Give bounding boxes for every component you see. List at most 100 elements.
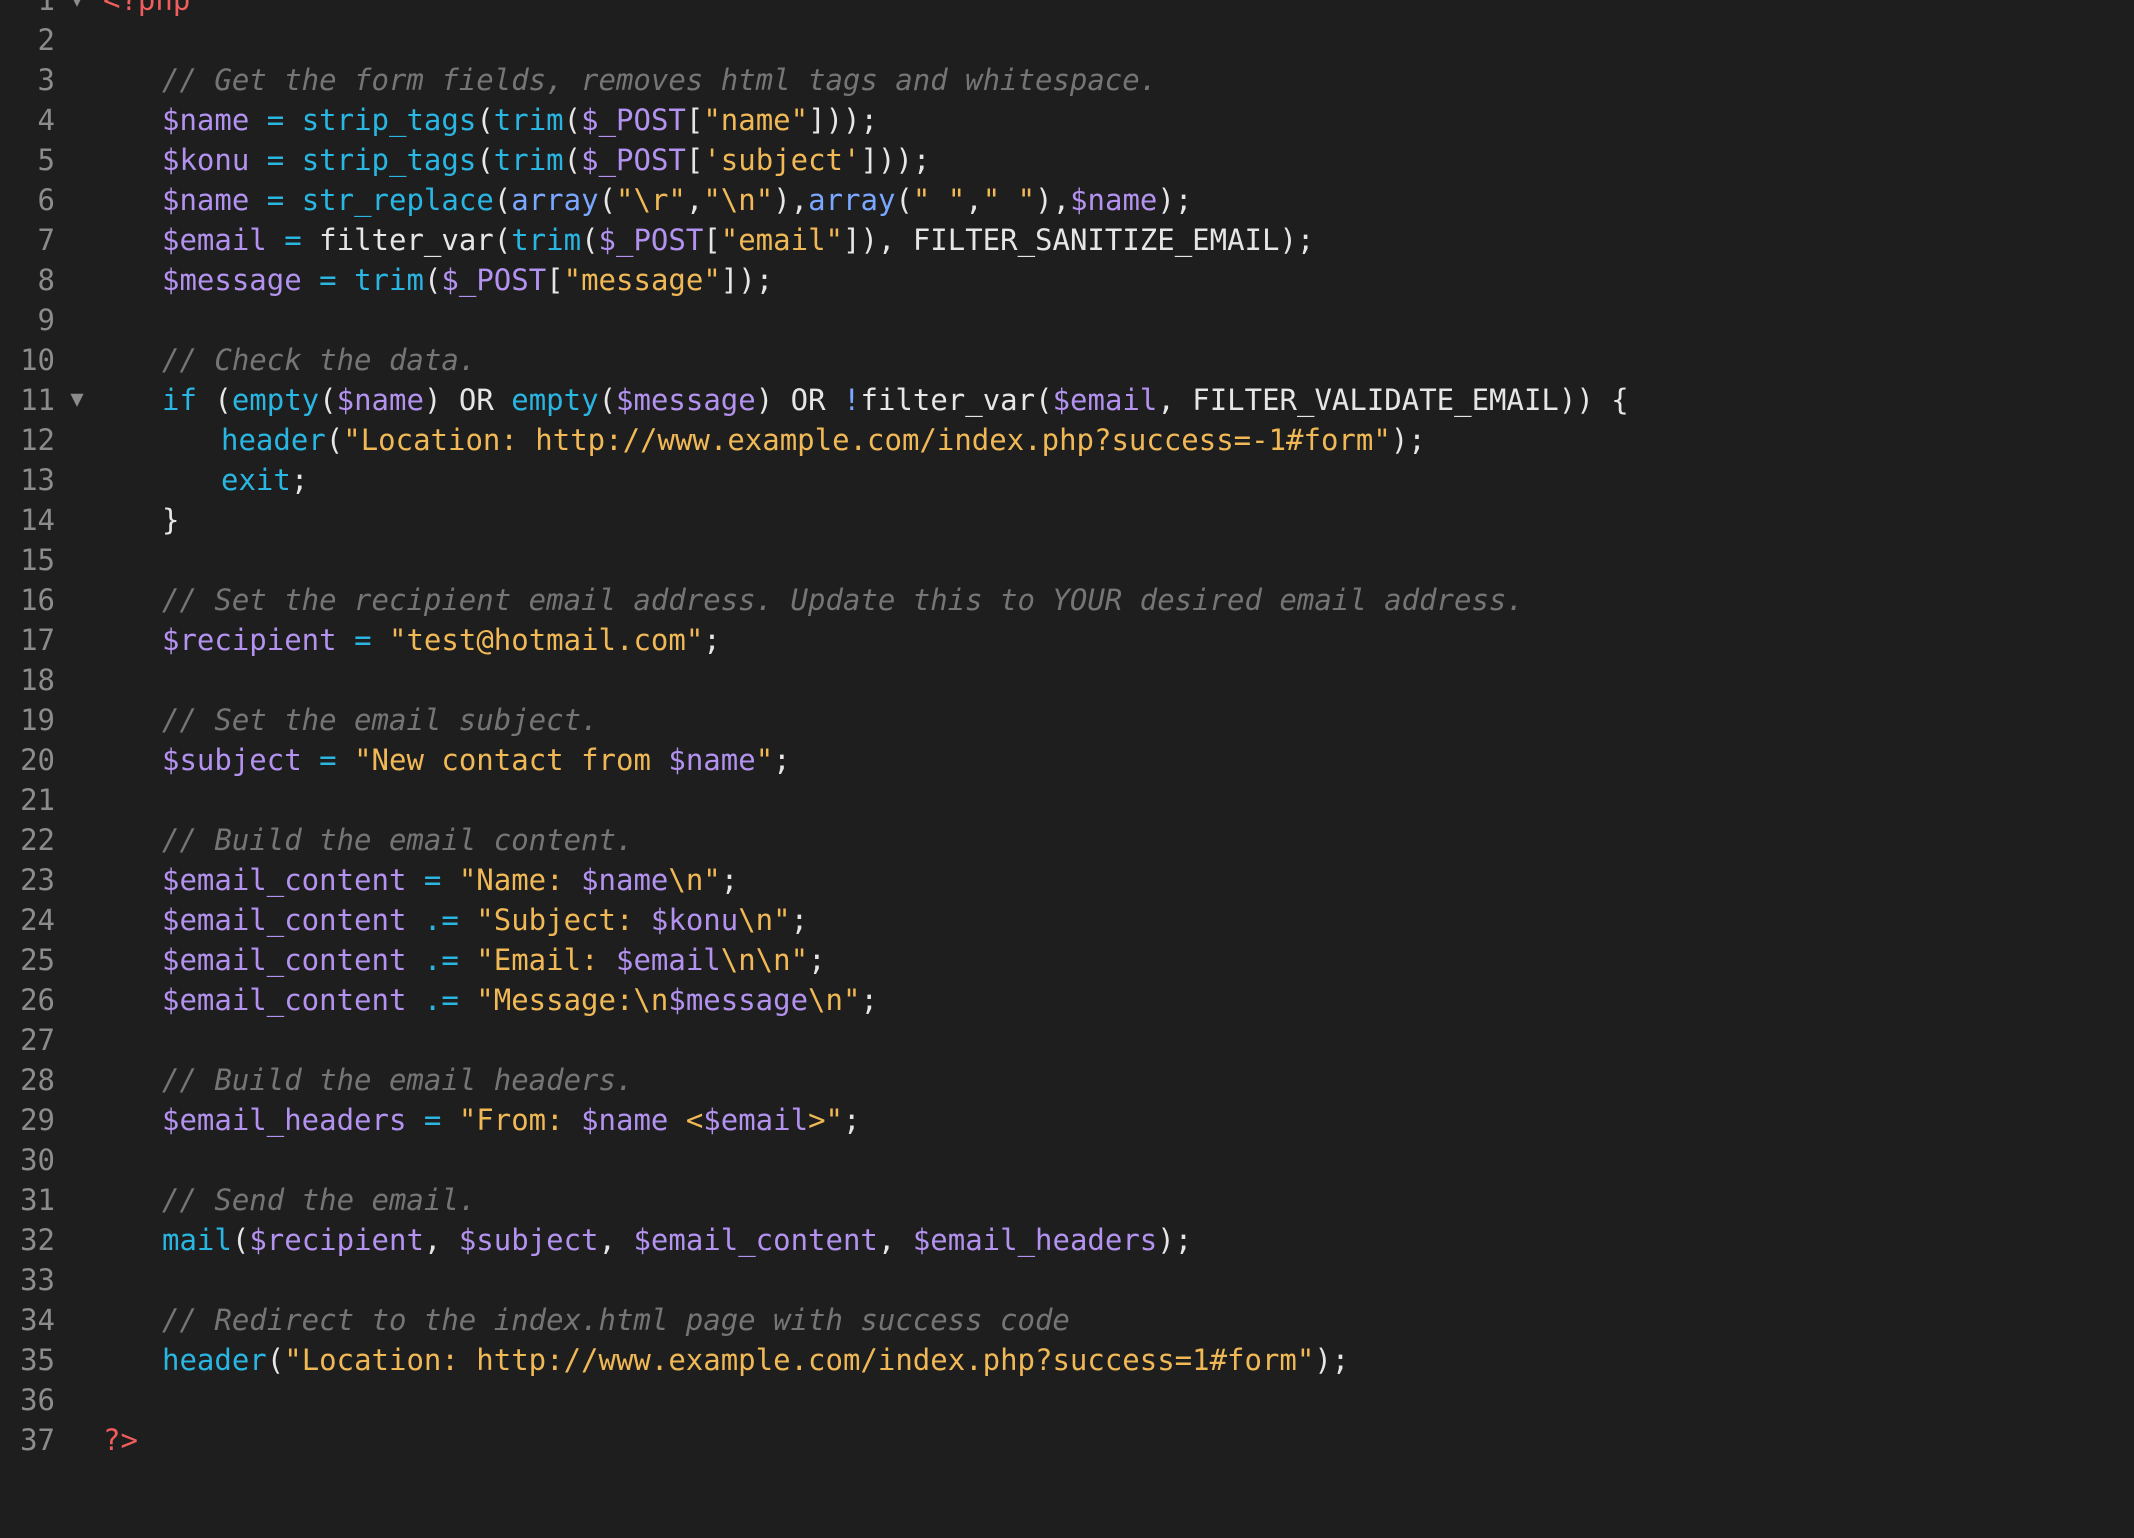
code-line[interactable]: 16 // Set the recipient email address. Up…: [0, 580, 2134, 620]
code-text[interactable]: $name = str_replace(array("\r","\n"),arr…: [103, 180, 2134, 220]
code-line[interactable]: 3 // Get the form fields, removes html ta…: [0, 60, 2134, 100]
code-text[interactable]: // Build the email content.: [103, 820, 2134, 860]
code-line[interactable]: 25 $email_content .= "Email: $email\n\n";: [0, 940, 2134, 980]
code-text[interactable]: $message = trim($_POST["message"]);: [103, 260, 2134, 300]
code-text[interactable]: $recipient = "test@hotmail.com";: [103, 620, 2134, 660]
code-token: strip_tags: [301, 103, 477, 137]
code-token: ?>: [103, 1423, 138, 1457]
line-number: 30: [20, 1143, 55, 1177]
code-line[interactable]: 34 // Redirect to the index.html page wit…: [0, 1300, 2134, 1340]
code-line[interactable]: 5 $konu = strip_tags(trim($_POST['subject…: [0, 140, 2134, 180]
code-token: ,: [598, 1223, 634, 1257]
code-line[interactable]: 11 ▼ if (empty($name) OR empty($message) O…: [0, 380, 2134, 420]
code-text[interactable]: $email = filter_var(trim($_POST["email"]…: [103, 220, 2134, 260]
code-line[interactable]: 17 $recipient = "test@hotmail.com";: [0, 620, 2134, 660]
code-text[interactable]: // Build the email headers.: [103, 1060, 2134, 1100]
code-token: );: [1157, 183, 1193, 217]
code-text[interactable]: // Set the recipient email address. Upda…: [103, 580, 2134, 620]
code-line[interactable]: 24 $email_content .= "Subject: $konu\n";: [0, 900, 2134, 940]
code-text[interactable]: <?php: [103, 0, 2134, 20]
code-line[interactable]: 30: [0, 1140, 2134, 1180]
code-text[interactable]: mail($recipient, $subject, $email_conten…: [103, 1220, 2134, 1260]
code-line[interactable]: 31 // Send the email.: [0, 1180, 2134, 1220]
code-token: =: [319, 743, 337, 777]
code-line[interactable]: 26 $email_content .= "Message:\n$message\…: [0, 980, 2134, 1020]
code-text[interactable]: $email_content .= "Email: $email\n\n";: [103, 940, 2134, 980]
code-text[interactable]: header("Location: http://www.example.com…: [103, 1340, 2134, 1380]
code-text[interactable]: // Check the data.: [103, 340, 2134, 380]
code-line[interactable]: 12 header("Location: http://www.example.c…: [0, 420, 2134, 460]
code-text[interactable]: exit;: [103, 460, 2134, 500]
code-text[interactable]: $email_headers = "From: $name <$email>";: [103, 1100, 2134, 1140]
code-line[interactable]: 27: [0, 1020, 2134, 1060]
code-line[interactable]: 28 // Build the email headers.: [0, 1060, 2134, 1100]
line-number: 33: [20, 1263, 55, 1297]
code-text[interactable]: header("Location: http://www.example.com…: [103, 420, 2134, 460]
code-token: $subject: [162, 743, 302, 777]
code-line[interactable]: 6 $name = str_replace(array("\r","\n"),ar…: [0, 180, 2134, 220]
code-token: ;: [290, 463, 309, 497]
code-line[interactable]: 9: [0, 300, 2134, 340]
code-token: "test@hotmail.com": [389, 623, 704, 657]
code-token: mail: [162, 1223, 232, 1257]
code-line[interactable]: 37 ?>: [0, 1420, 2134, 1460]
code-line[interactable]: 23 $email_content = "Name: $name\n";: [0, 860, 2134, 900]
code-token: (: [319, 383, 337, 417]
fold-toggle-icon[interactable]: ▼: [66, 380, 88, 420]
code-line[interactable]: 19 // Set the email subject.: [0, 700, 2134, 740]
code-text[interactable]: $name = strip_tags(trim($_POST["name"]))…: [103, 100, 2134, 140]
code-editor[interactable]: 1 ▼ <?php 23// Get the form fields, removes…: [0, 0, 2134, 1538]
code-token: }: [162, 503, 180, 537]
code-text[interactable]: // Get the form fields, removes html tag…: [103, 60, 2134, 100]
code-text[interactable]: $konu = strip_tags(trim($_POST['subject'…: [103, 140, 2134, 180]
line-number: 29: [20, 1103, 55, 1137]
code-text[interactable]: ?>: [103, 1420, 2134, 1460]
code-token: $message: [616, 383, 756, 417]
code-text[interactable]: }: [103, 500, 2134, 540]
code-text[interactable]: // Set the email subject.: [103, 700, 2134, 740]
line-number: 1: [37, 0, 55, 17]
code-token: // Send the email.: [162, 1183, 477, 1217]
code-line[interactable]: 15: [0, 540, 2134, 580]
code-token: \n": [668, 863, 721, 897]
code-line[interactable]: 20 $subject = "New contact from $name";: [0, 740, 2134, 780]
code-token: // Redirect to the index.html page with …: [162, 1303, 1070, 1337]
code-line[interactable]: 13 exit;: [0, 460, 2134, 500]
code-token: "name": [703, 103, 809, 137]
code-line[interactable]: 29 $email_headers = "From: $name <$email>…: [0, 1100, 2134, 1140]
code-token: strip_tags: [301, 143, 477, 177]
code-line[interactable]: 21: [0, 780, 2134, 820]
code-token: "New contact from: [354, 743, 669, 777]
code-token: ),: [1035, 183, 1071, 217]
code-line[interactable]: 36: [0, 1380, 2134, 1420]
code-line[interactable]: 14}: [0, 500, 2134, 540]
code-line[interactable]: 7 $email = filter_var(trim($_POST["email"…: [0, 220, 2134, 260]
code-text[interactable]: $subject = "New contact from $name";: [103, 740, 2134, 780]
code-line[interactable]: 1 ▼ <?php: [0, 0, 2134, 20]
fold-toggle-icon[interactable]: ▼: [66, 0, 88, 20]
code-text[interactable]: $email_content .= "Subject: $konu\n";: [103, 900, 2134, 940]
code-token: <?php: [103, 0, 191, 17]
code-text[interactable]: $email_content = "Name: $name\n";: [103, 860, 2134, 900]
code-line[interactable]: 35 header("Location: http://www.example.c…: [0, 1340, 2134, 1380]
code-line[interactable]: 2: [0, 20, 2134, 60]
code-token: ": [755, 743, 774, 777]
code-text[interactable]: if (empty($name) OR empty($message) OR !…: [103, 380, 2134, 420]
code-text[interactable]: $email_content .= "Message:\n$message\n"…: [103, 980, 2134, 1020]
code-line[interactable]: 32 mail($recipient, $subject, $email_cont…: [0, 1220, 2134, 1260]
code-line[interactable]: 33: [0, 1260, 2134, 1300]
code-line[interactable]: 10 // Check the data.: [0, 340, 2134, 380]
code-token: // Build the email content.: [162, 823, 634, 857]
code-line[interactable]: 8 $message = trim($_POST["message"]);: [0, 260, 2134, 300]
code-token: .=: [423, 903, 459, 937]
code-line[interactable]: 18: [0, 660, 2134, 700]
code-token: \n\n": [720, 943, 809, 977]
code-line[interactable]: 22 // Build the email content.: [0, 820, 2134, 860]
line-number: 31: [20, 1183, 55, 1217]
code-line[interactable]: 4 $name = strip_tags(trim($_POST["name"])…: [0, 100, 2134, 140]
code-text[interactable]: // Send the email.: [103, 1180, 2134, 1220]
line-number: 18: [20, 663, 55, 697]
code-token: $name: [581, 863, 669, 897]
code-text[interactable]: // Redirect to the index.html page with …: [103, 1300, 2134, 1340]
